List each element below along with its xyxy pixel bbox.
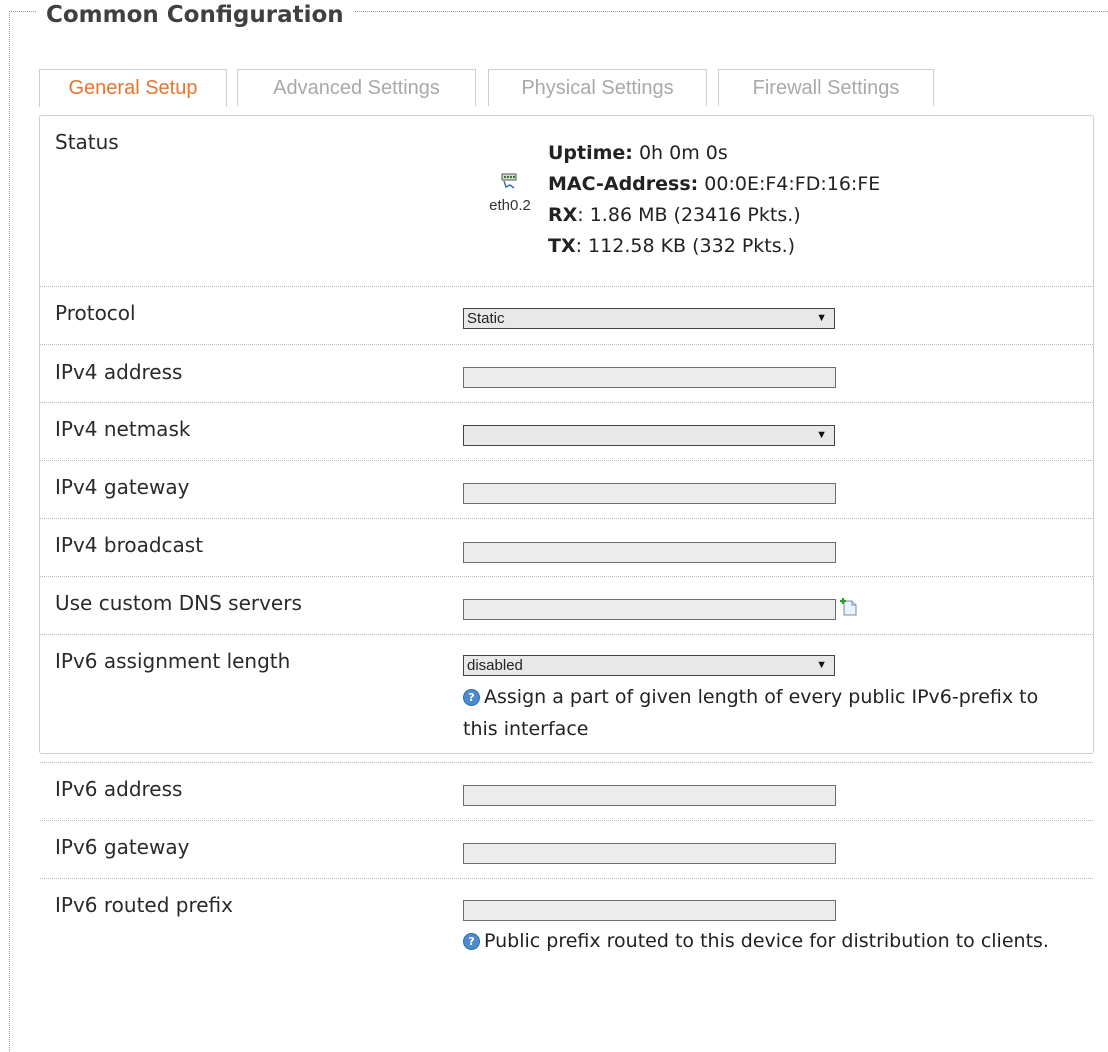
ipv6-prefix-input[interactable]: [463, 900, 836, 921]
ipv4-address-label: IPv4 address: [55, 360, 183, 384]
ipv6-prefix-hint-text: Public prefix routed to this device for …: [484, 930, 1049, 952]
ethernet-port-icon: [501, 172, 519, 189]
tab-physical-settings[interactable]: Physical Settings: [488, 69, 707, 106]
ipv6-assign-select[interactable]: disabled ▼: [463, 655, 835, 676]
status-details: Uptime: 0h 0m 0s MAC-Address: 00:0E:F4:F…: [548, 138, 880, 262]
rx-line: RX: 1.86 MB (23416 Pkts.): [548, 200, 880, 231]
ipv6-assign-row: IPv6 assignment length disabled ▼ ? Assig…: [40, 635, 1093, 763]
dns-label: Use custom DNS servers: [55, 591, 302, 615]
protocol-select[interactable]: Static ▼: [463, 308, 835, 329]
mac-line: MAC-Address: 00:0E:F4:FD:16:FE: [548, 169, 880, 200]
status-row: Status eth0.2 Uptime: 0h 0m 0s MAC-Addre…: [40, 116, 1093, 287]
section-title: Common Configuration: [36, 0, 354, 30]
tx-label: TX: [548, 235, 576, 257]
rx-value: : 1.86 MB (23416 Pkts.): [577, 204, 801, 226]
ipv4-netmask-row: IPv4 netmask ▼: [40, 403, 1093, 461]
ipv4-broadcast-row: IPv4 broadcast: [40, 519, 1093, 577]
tab-general-setup[interactable]: General Setup: [39, 69, 227, 107]
ipv4-netmask-label: IPv4 netmask: [55, 417, 191, 441]
protocol-label: Protocol: [55, 301, 136, 325]
tab-advanced-settings[interactable]: Advanced Settings: [237, 69, 476, 106]
ipv6-gateway-label: IPv6 gateway: [55, 835, 190, 859]
ipv6-gateway-row: IPv6 gateway: [40, 821, 1093, 879]
uptime-line: Uptime: 0h 0m 0s: [548, 138, 880, 169]
ipv6-address-label: IPv6 address: [55, 777, 183, 801]
ipv6-address-input[interactable]: [463, 785, 836, 806]
tx-line: TX: 112.58 KB (332 Pkts.): [548, 231, 880, 262]
ipv6-assign-hint: ? Assign a part of given length of every …: [463, 681, 1063, 745]
interface-badge: eth0.2: [483, 172, 537, 214]
ipv6-prefix-row: IPv6 routed prefix ? Public prefix routed…: [40, 879, 1093, 999]
ipv6-gateway-input[interactable]: [463, 843, 836, 864]
add-entry-icon[interactable]: [839, 597, 859, 617]
protocol-value: Static: [467, 310, 505, 327]
chevron-down-icon: ▼: [816, 429, 827, 441]
protocol-row: Protocol Static ▼: [40, 287, 1093, 345]
help-icon: ?: [463, 933, 480, 950]
ipv4-gateway-row: IPv4 gateway: [40, 461, 1093, 519]
dns-row: Use custom DNS servers: [40, 577, 1093, 635]
status-label: Status: [55, 130, 119, 154]
ipv4-gateway-label: IPv4 gateway: [55, 475, 190, 499]
ipv6-assign-value: disabled: [467, 657, 523, 674]
rx-label: RX: [548, 204, 578, 226]
ipv4-broadcast-input[interactable]: [463, 542, 836, 563]
ipv6-prefix-hint: ? Public prefix routed to this device for…: [463, 925, 1063, 957]
interface-name: eth0.2: [489, 197, 531, 214]
ipv4-address-input[interactable]: [463, 367, 836, 388]
mac-value: 00:0E:F4:FD:16:FE: [698, 173, 881, 195]
ipv6-prefix-label: IPv6 routed prefix: [55, 893, 233, 917]
dns-input[interactable]: [463, 599, 836, 620]
ipv4-gateway-input[interactable]: [463, 483, 836, 504]
ipv6-assign-label: IPv6 assignment length: [55, 649, 291, 673]
tx-value: : 112.58 KB (332 Pkts.): [575, 235, 796, 257]
mac-label: MAC-Address:: [548, 173, 699, 195]
uptime-label: Uptime:: [548, 142, 633, 164]
ipv4-broadcast-label: IPv4 broadcast: [55, 533, 204, 557]
ipv4-address-row: IPv4 address: [40, 345, 1093, 403]
help-icon: ?: [463, 689, 480, 706]
ipv6-assign-hint-text: Assign a part of given length of every p…: [463, 686, 1039, 740]
ipv6-address-row: IPv6 address: [40, 763, 1093, 821]
chevron-down-icon: ▼: [816, 659, 827, 671]
chevron-down-icon: ▼: [816, 312, 827, 324]
settings-panel: Status eth0.2 Uptime: 0h 0m 0s MAC-Addre…: [39, 115, 1094, 952]
uptime-value: 0h 0m 0s: [632, 142, 728, 164]
tab-firewall-settings[interactable]: Firewall Settings: [718, 69, 934, 106]
ipv4-netmask-select[interactable]: ▼: [463, 425, 835, 446]
